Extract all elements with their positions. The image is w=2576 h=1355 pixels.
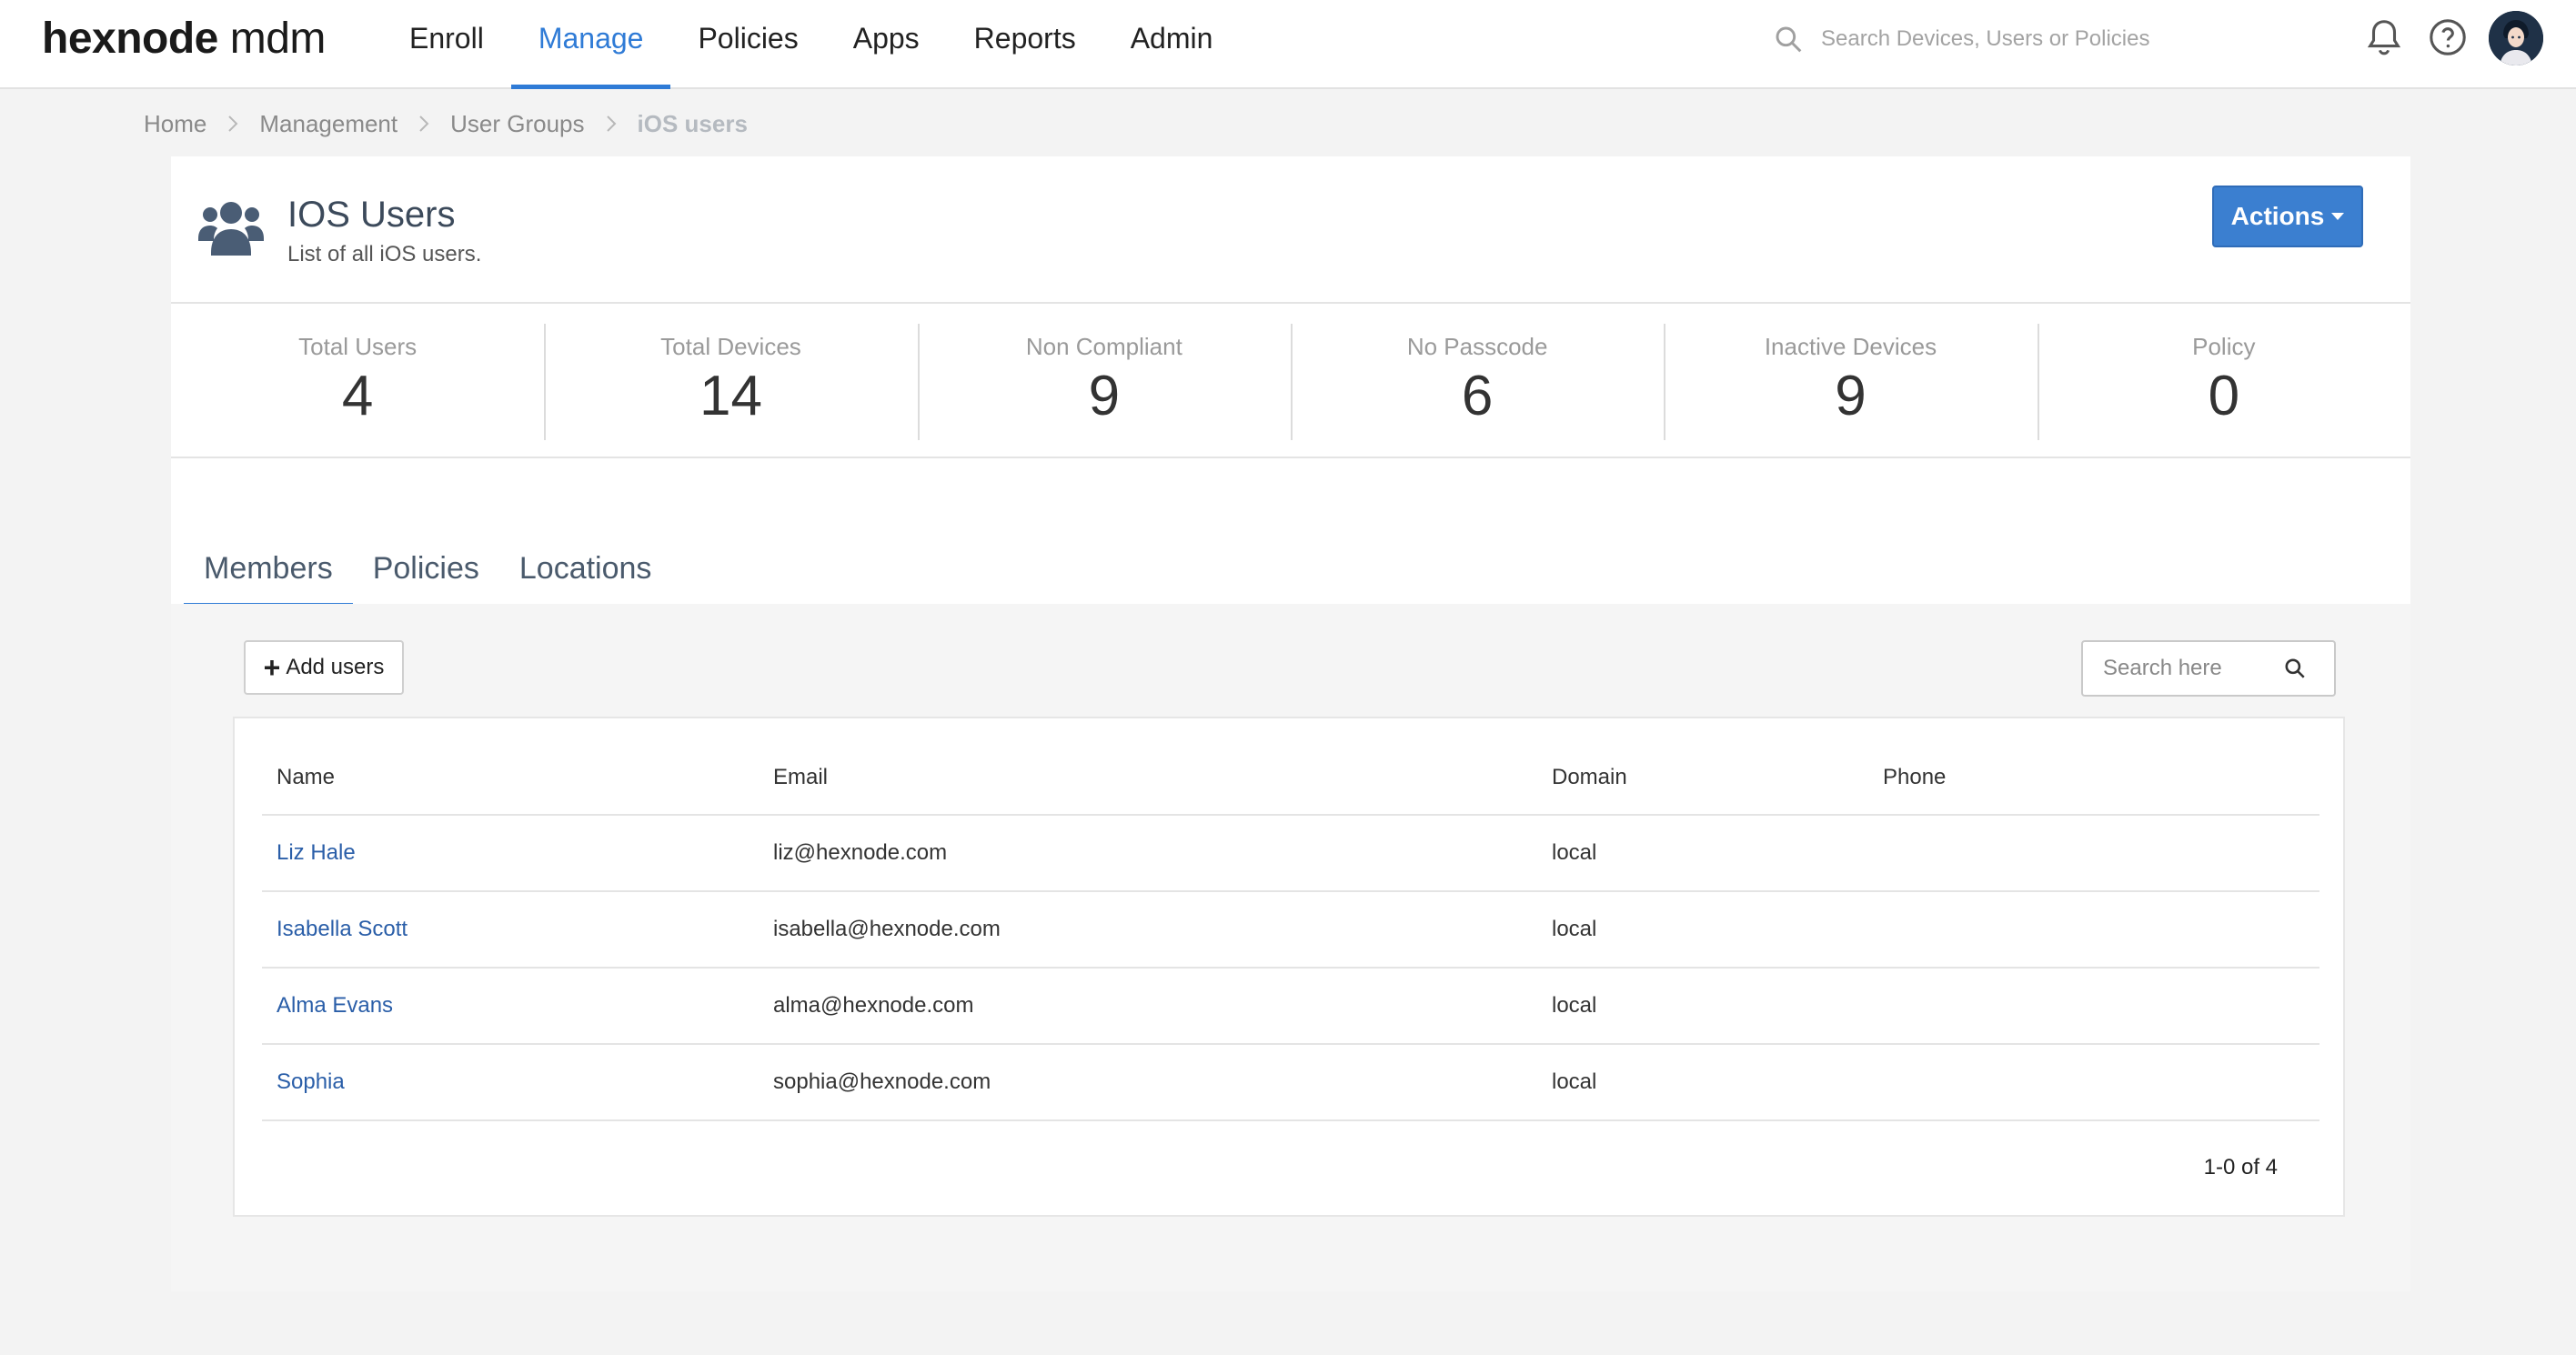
- table-row: Isabella Scott isabella@hexnode.com loca…: [262, 891, 2319, 969]
- chevron-right-icon: [419, 115, 429, 132]
- cell-phone: [1868, 1044, 2319, 1121]
- avatar[interactable]: [2489, 11, 2543, 65]
- add-users-label: Add users: [286, 655, 385, 679]
- global-search: [1774, 18, 2229, 60]
- table-row: Alma Evans alma@hexnode.com local: [262, 968, 2319, 1045]
- stat-value: 4: [341, 365, 374, 427]
- user-link[interactable]: Sophia: [277, 1069, 345, 1094]
- page-subtitle: List of all iOS users.: [287, 242, 482, 266]
- bell-icon[interactable]: [2363, 16, 2405, 58]
- cell-email: liz@hexnode.com: [759, 815, 1537, 892]
- page-title: IOS Users: [287, 195, 456, 235]
- stat-inactive-devices[interactable]: Inactive Devices 9: [1664, 306, 2037, 457]
- members-table-card: Name Email Domain Phone Liz Hale liz@hex…: [233, 717, 2345, 1217]
- chevron-right-icon: [606, 115, 616, 132]
- column-header-phone[interactable]: Phone: [1868, 740, 2319, 816]
- cell-phone: [1868, 968, 2319, 1045]
- nav-reports[interactable]: Reports: [947, 0, 1103, 89]
- cell-domain: local: [1537, 815, 1868, 892]
- members-search: [2081, 640, 2336, 697]
- breadcrumb-current: iOS users: [637, 109, 748, 137]
- cell-email: sophia@hexnode.com: [759, 1044, 1537, 1121]
- tab-members[interactable]: Members: [184, 537, 353, 607]
- cell-email: isabella@hexnode.com: [759, 891, 1537, 969]
- cell-phone: [1868, 815, 2319, 892]
- cell-domain: local: [1537, 968, 1868, 1045]
- global-search-input[interactable]: [1821, 26, 2212, 52]
- user-link[interactable]: Alma Evans: [277, 993, 393, 1018]
- members-tab-panel: + Add users Name Email Domain Phone: [171, 604, 2410, 1291]
- user-link[interactable]: Isabella Scott: [277, 917, 408, 941]
- stat-policy[interactable]: Policy 0: [2037, 306, 2410, 457]
- actions-button[interactable]: Actions: [2212, 186, 2363, 247]
- table-header-row: Name Email Domain Phone: [262, 740, 2319, 816]
- members-table: Name Email Domain Phone Liz Hale liz@hex…: [262, 740, 2319, 1121]
- stat-total-users[interactable]: Total Users 4: [171, 306, 544, 457]
- breadcrumb: Home Management User Groups iOS users: [144, 107, 748, 140]
- nav-policies[interactable]: Policies: [670, 0, 825, 89]
- stat-label: Policy: [2192, 333, 2256, 360]
- avatar-icon: [2489, 11, 2543, 65]
- nav-admin[interactable]: Admin: [1103, 0, 1241, 89]
- logo-brand: hexnode: [42, 15, 218, 63]
- column-header-domain[interactable]: Domain: [1537, 740, 1868, 816]
- nav-manage[interactable]: Manage: [510, 0, 671, 89]
- caret-down-icon: [2331, 213, 2345, 220]
- nav-enroll[interactable]: Enroll: [382, 0, 511, 89]
- plus-icon: +: [263, 651, 281, 684]
- add-users-button[interactable]: + Add users: [244, 640, 404, 695]
- main-nav: Enroll Manage Policies Apps Reports Admi…: [382, 0, 1240, 89]
- cell-name: Isabella Scott: [262, 891, 759, 969]
- stat-no-passcode[interactable]: No Passcode 6: [1290, 306, 1664, 457]
- cell-domain: local: [1537, 1044, 1868, 1121]
- stat-label: Inactive Devices: [1764, 333, 1937, 360]
- stat-non-compliant[interactable]: Non Compliant 9: [917, 306, 1291, 457]
- stat-value: 9: [1835, 365, 1867, 427]
- stat-label: Total Users: [298, 333, 418, 360]
- stat-value: 0: [2208, 365, 2240, 427]
- actions-label: Actions: [2230, 202, 2325, 230]
- members-search-input[interactable]: [2083, 656, 2283, 681]
- stat-label: Non Compliant: [1025, 333, 1182, 360]
- search-icon[interactable]: [2283, 657, 2307, 680]
- cell-name: Alma Evans: [262, 968, 759, 1045]
- group-tabs: Members Policies Locations: [184, 537, 671, 607]
- breadcrumb-home[interactable]: Home: [144, 110, 206, 138]
- user-group-icon: [198, 202, 264, 256]
- stat-label: Total Devices: [660, 333, 801, 360]
- nav-apps[interactable]: Apps: [826, 0, 947, 89]
- cell-email: alma@hexnode.com: [759, 968, 1537, 1045]
- table-row: Liz Hale liz@hexnode.com local: [262, 815, 2319, 892]
- breadcrumb-management[interactable]: Management: [259, 110, 397, 138]
- cell-name: Liz Hale: [262, 815, 759, 892]
- stat-value: 14: [699, 365, 762, 427]
- tab-policies[interactable]: Policies: [353, 537, 499, 607]
- cell-phone: [1868, 891, 2319, 969]
- pagination-info: 1-0 of 4: [2203, 1155, 2278, 1179]
- logo-suffix: mdm: [229, 15, 327, 63]
- stat-value: 6: [1461, 365, 1494, 427]
- breadcrumb-user-groups[interactable]: User Groups: [450, 110, 584, 138]
- stat-label: No Passcode: [1406, 333, 1548, 360]
- cell-domain: local: [1537, 891, 1868, 969]
- help-icon[interactable]: [2427, 16, 2469, 58]
- column-header-name[interactable]: Name: [262, 740, 759, 816]
- column-header-email[interactable]: Email: [759, 740, 1537, 816]
- main-panel: IOS Users List of all iOS users. Actions…: [171, 156, 2410, 1291]
- search-icon[interactable]: [1774, 25, 1803, 54]
- group-header: IOS Users List of all iOS users. Actions: [171, 156, 2410, 304]
- user-link[interactable]: Liz Hale: [277, 840, 356, 865]
- stat-value: 9: [1088, 365, 1121, 427]
- stats-bar: Total Users 4 Total Devices 14 Non Compl…: [171, 306, 2410, 458]
- top-navbar: hexnode mdm Enroll Manage Policies Apps …: [0, 0, 2576, 89]
- tab-locations[interactable]: Locations: [499, 537, 672, 607]
- hexnode-logo[interactable]: hexnode mdm: [42, 9, 326, 69]
- table-row: Sophia sophia@hexnode.com local: [262, 1044, 2319, 1121]
- stat-total-devices[interactable]: Total Devices 14: [544, 306, 917, 457]
- cell-name: Sophia: [262, 1044, 759, 1121]
- chevron-right-icon: [228, 115, 238, 132]
